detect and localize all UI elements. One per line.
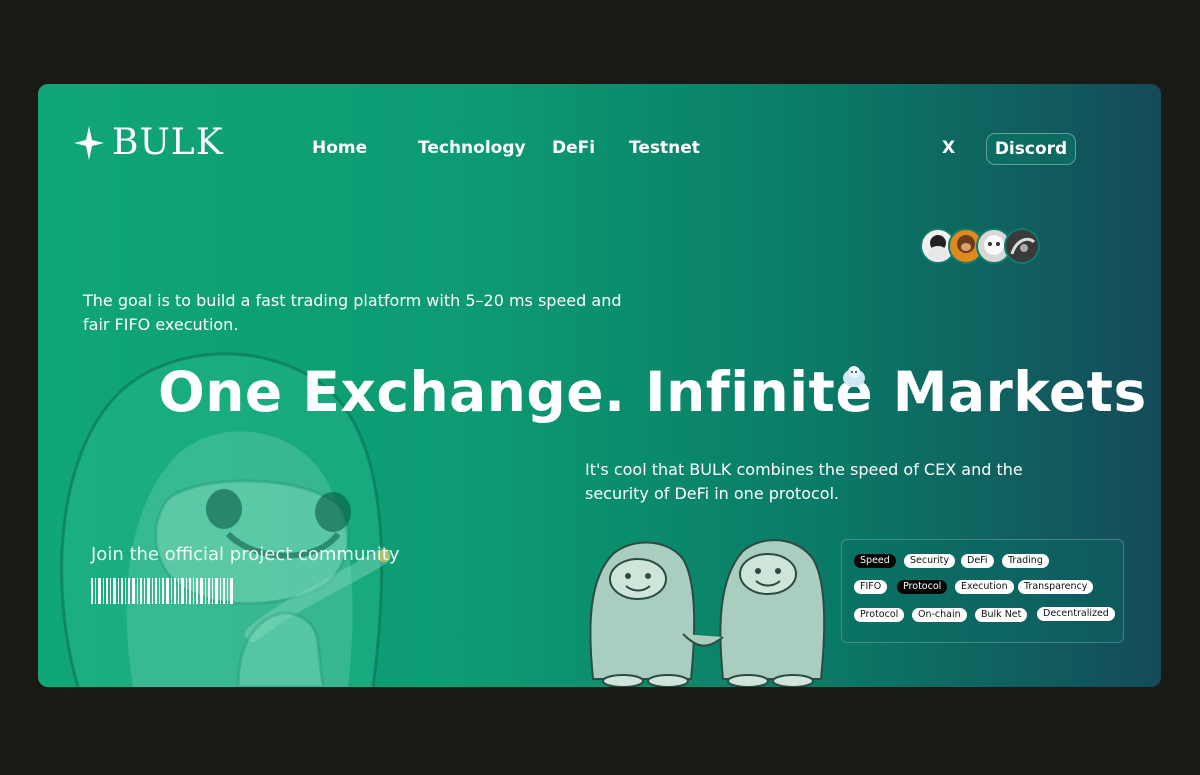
tags-panel: Speed Security DeFi Trading FIFO Protoco… bbox=[841, 539, 1124, 643]
avatar bbox=[1004, 228, 1040, 264]
tag-decentralized[interactable]: Decentralized bbox=[1037, 607, 1115, 621]
nav-item-defi[interactable]: DeFi bbox=[552, 138, 595, 158]
tag-execution[interactable]: Execution bbox=[955, 580, 1014, 594]
tag-fifo[interactable]: FIFO bbox=[854, 580, 888, 594]
tag-bulk-net[interactable]: Bulk Net bbox=[975, 608, 1028, 622]
community-label: Join the official project community bbox=[91, 544, 400, 565]
goal-text: The goal is to build a fast trading plat… bbox=[83, 291, 622, 334]
tag-transparency[interactable]: Transparency bbox=[1018, 580, 1094, 594]
nav-item-testnet[interactable]: Testnet bbox=[629, 138, 700, 158]
nav-item-home[interactable]: Home bbox=[312, 138, 367, 158]
tag-security[interactable]: Security bbox=[904, 554, 956, 568]
x-link[interactable]: X bbox=[942, 138, 955, 158]
brand-logo[interactable]: BULK bbox=[74, 122, 224, 163]
tag-speed[interactable]: Speed bbox=[854, 554, 896, 568]
hero-card: BULK Home Technology DeFi Testnet X Disc… bbox=[38, 84, 1161, 687]
tag-trading[interactable]: Trading bbox=[1002, 554, 1049, 568]
feature-text: It's cool that BULK combines the speed o… bbox=[585, 460, 1023, 503]
brand-name: BULK bbox=[112, 122, 224, 163]
tag-protocol-2[interactable]: Protocol bbox=[854, 608, 905, 622]
sparkle-star-icon bbox=[74, 125, 104, 160]
tag-protocol[interactable]: Protocol bbox=[897, 580, 948, 594]
yeti-sticker-icon bbox=[843, 366, 865, 387]
tag-defi[interactable]: DeFi bbox=[961, 554, 994, 568]
barcode-icon bbox=[91, 578, 233, 604]
tag-on-chain[interactable]: On-chain bbox=[912, 608, 967, 622]
discord-button[interactable]: Discord bbox=[986, 133, 1076, 165]
yeti-handshake-illustration bbox=[589, 539, 826, 687]
avatar-group bbox=[920, 228, 1040, 264]
page-title: One Exchange. Infinite Markets bbox=[158, 360, 1147, 424]
nav-item-technology[interactable]: Technology bbox=[418, 138, 526, 158]
